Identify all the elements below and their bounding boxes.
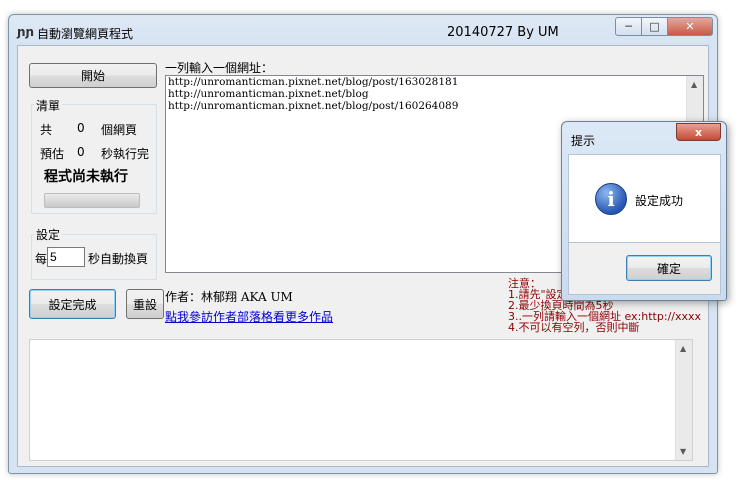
log-textarea[interactable]: ▲ ▼ bbox=[29, 339, 693, 461]
close-icon: x bbox=[694, 125, 703, 139]
scroll-down-icon[interactable]: ▼ bbox=[680, 447, 686, 456]
app-icon: ɲɲ bbox=[17, 25, 35, 39]
window-title: 自動瀏覽網頁程式 bbox=[37, 27, 134, 41]
info-icon: i bbox=[595, 183, 627, 215]
url-input-label: 一列輸入一個網址： bbox=[165, 61, 274, 75]
estimate-seconds: 0 bbox=[77, 145, 85, 159]
caption-buttons: ─ □ ✕ bbox=[615, 17, 713, 36]
dialog-close-button[interactable]: x bbox=[676, 123, 721, 141]
author-text: 作者：林郁翔 AKA UM bbox=[165, 290, 293, 304]
url-line: http://unromanticman.pixnet.net/blog bbox=[168, 88, 369, 100]
message-dialog: 提示 x i 設定成功 確定 bbox=[561, 121, 727, 301]
estimate-suffix: 秒執行完 bbox=[101, 147, 150, 161]
interval-prefix: 每 bbox=[35, 252, 48, 266]
interval-suffix: 秒自動換頁 bbox=[88, 252, 149, 266]
dialog-title: 提示 bbox=[571, 134, 596, 148]
estimate-prefix: 預估 bbox=[40, 147, 65, 161]
settings-done-button[interactable]: 設定完成 bbox=[29, 289, 116, 319]
url-line: http://unromanticman.pixnet.net/blog/pos… bbox=[168, 100, 459, 112]
maximize-button[interactable]: □ bbox=[642, 17, 668, 36]
status-text: 程式尚未執行 bbox=[44, 169, 128, 185]
maximize-icon: □ bbox=[649, 20, 660, 33]
close-icon: ✕ bbox=[685, 20, 695, 33]
minimize-button[interactable]: ─ bbox=[615, 17, 642, 36]
log-scrollbar[interactable]: ▲ ▼ bbox=[675, 340, 692, 460]
interval-input[interactable] bbox=[47, 247, 85, 267]
total-count: 0 bbox=[77, 121, 85, 135]
dialog-body: i 設定成功 bbox=[568, 154, 721, 243]
note-line: 4.不可以有空列，否則中斷 bbox=[508, 321, 640, 334]
dialog-message: 設定成功 bbox=[635, 194, 684, 208]
reset-button[interactable]: 重設 bbox=[126, 289, 164, 319]
window-version: 20140727 By UM bbox=[447, 25, 559, 40]
minimize-icon: ─ bbox=[625, 20, 632, 33]
settings-group-label: 設定 bbox=[34, 226, 63, 243]
start-button[interactable]: 開始 bbox=[29, 63, 157, 88]
author-blog-link[interactable]: 點我參訪作者部落格看更多作品 bbox=[165, 308, 333, 325]
total-prefix: 共 bbox=[40, 123, 53, 137]
total-suffix: 個網頁 bbox=[101, 123, 138, 137]
scroll-up-icon[interactable]: ▲ bbox=[691, 80, 697, 89]
dialog-footer: 確定 bbox=[568, 243, 721, 295]
url-lines: http://unromanticman.pixnet.net/blog/pos… bbox=[166, 76, 460, 112]
close-button[interactable]: ✕ bbox=[668, 17, 713, 36]
url-line: http://unromanticman.pixnet.net/blog/pos… bbox=[168, 76, 459, 88]
ok-button[interactable]: 確定 bbox=[626, 255, 712, 281]
progress-bar bbox=[44, 193, 140, 208]
scroll-up-icon[interactable]: ▲ bbox=[680, 344, 686, 353]
title-bar[interactable]: ɲɲ 自動瀏覽網頁程式 20140727 By UM ─ □ ✕ bbox=[9, 15, 717, 45]
list-group-label: 清單 bbox=[34, 97, 63, 114]
